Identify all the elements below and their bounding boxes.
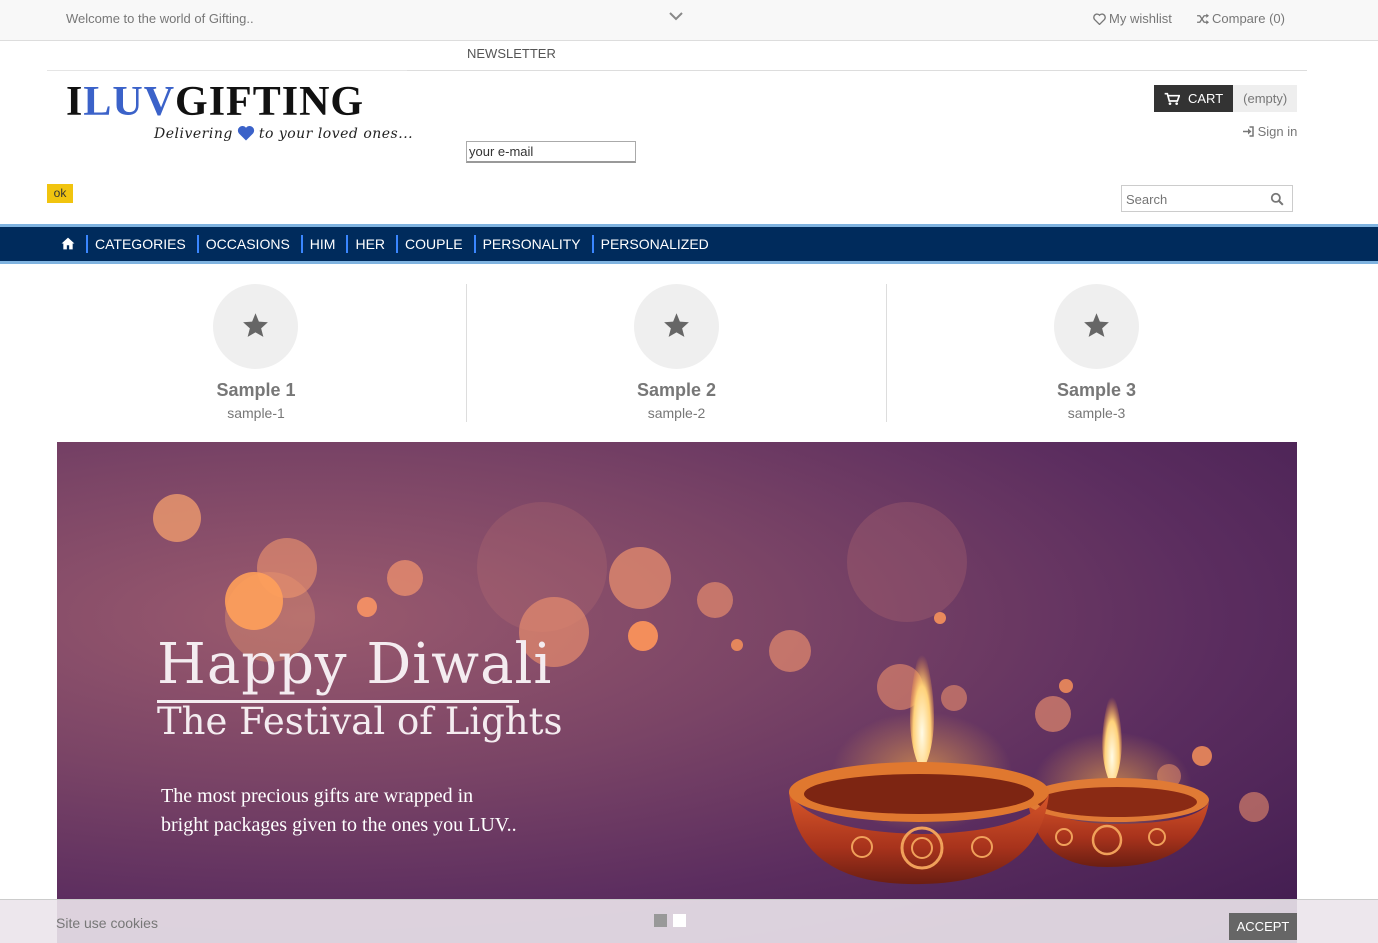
sample-subtitle: sample-2 [647, 405, 706, 421]
sample-icon-circle [1054, 284, 1139, 369]
bokeh-light [225, 572, 283, 630]
cookie-bar: Site use cookies ACCEPT [0, 899, 1378, 943]
nav-item-categories[interactable]: CATEGORIES [86, 235, 197, 253]
wishlist-link[interactable]: My wishlist [1093, 11, 1172, 26]
sample-title: Sample 3 [1056, 380, 1137, 400]
sign-in-label: Sign in [1257, 124, 1298, 139]
sample-block[interactable]: Sample 2 sample-2 [466, 284, 886, 422]
nav-item-couple[interactable]: COUPLE [396, 235, 474, 253]
divider [47, 70, 407, 71]
bokeh-light [387, 560, 423, 596]
heart-icon [237, 126, 254, 141]
sample-blocks: Sample 1 sample-1 Sample 2 sample-2 Samp… [46, 284, 1306, 424]
tagline-part-1: Delivering [154, 126, 233, 142]
divider [407, 70, 1307, 71]
newsletter-email-input[interactable] [466, 141, 636, 163]
site-logo[interactable]: ILUVGIFTING Delivering to your loved one… [66, 78, 413, 148]
cart-button[interactable]: CART (empty) [1154, 85, 1298, 112]
bokeh-light [697, 582, 733, 618]
sample-title: Sample 2 [636, 380, 717, 400]
star-icon [243, 313, 268, 337]
cookie-text: Site use cookies [56, 915, 158, 931]
search-icon[interactable] [1270, 192, 1284, 206]
logo-part-3: GIFTING [175, 79, 365, 125]
nav-item-personalized[interactable]: PERSONALIZED [591, 235, 720, 253]
hero-banner[interactable]: Happy Diwali The Festival of Lights The … [57, 442, 1297, 943]
bokeh-light [357, 597, 377, 617]
home-icon[interactable] [61, 237, 75, 250]
star-icon [664, 313, 689, 337]
nav-item-personality[interactable]: PERSONALITY [473, 235, 592, 253]
welcome-text: Welcome to the world of Gifting.. [66, 11, 254, 26]
sample-icon-circle [634, 284, 719, 369]
top-bar: Welcome to the world of Gifting.. My wis… [0, 0, 1378, 41]
logo-wordmark: ILUVGIFTING [66, 78, 364, 126]
bokeh-light [153, 494, 201, 542]
sample-block[interactable]: Sample 3 sample-3 [886, 284, 1306, 422]
search-box [1121, 185, 1293, 212]
cookie-accept-button[interactable]: ACCEPT [1229, 913, 1297, 940]
tagline-part-2: to your loved ones... [258, 126, 414, 142]
logo-tagline: Delivering to your loved ones... [154, 124, 413, 142]
sign-in-icon [1243, 126, 1254, 137]
sample-icon-circle [213, 284, 298, 369]
heart-icon [1093, 13, 1106, 25]
sign-in-link[interactable]: Sign in [1242, 124, 1297, 139]
banner-subhead: The Festival of Lights [157, 700, 563, 743]
chevron-down-icon[interactable] [669, 11, 683, 21]
nav-menu: CATEGORIES OCCASIONS HIM HER COUPLE PERS… [86, 235, 720, 253]
star-icon [1084, 313, 1109, 337]
slider-pagination [654, 914, 686, 927]
sample-subtitle: sample-3 [1067, 405, 1126, 421]
wishlist-label: My wishlist [1109, 11, 1172, 26]
bokeh-light [628, 621, 658, 651]
nav-item-occasions[interactable]: OCCASIONS [196, 235, 301, 253]
shuffle-icon [1197, 13, 1209, 25]
main-nav: CATEGORIES OCCASIONS HIM HER COUPLE PERS… [0, 224, 1378, 264]
bokeh-light [609, 547, 671, 609]
sample-title: Sample 1 [216, 380, 296, 400]
slider-dot[interactable] [654, 914, 667, 927]
cart-label: CART [1188, 91, 1224, 106]
nav-item-her[interactable]: HER [346, 235, 396, 253]
slider-dot[interactable] [673, 914, 686, 927]
compare-label: Compare (0) [1212, 11, 1285, 26]
sample-block[interactable]: Sample 1 sample-1 [46, 284, 466, 422]
cart-icon [1164, 92, 1180, 105]
banner-text: The most precious gifts are wrapped in b… [161, 782, 561, 840]
logo-part-2: LUV [83, 79, 176, 125]
nav-item-him[interactable]: HIM [300, 235, 347, 253]
cart-status: (empty) [1233, 85, 1298, 112]
compare-link[interactable]: Compare (0) [1196, 11, 1285, 26]
logo-part-1: I [66, 79, 84, 125]
bokeh-light [731, 639, 743, 651]
diya-lamps-illustration [789, 642, 1209, 885]
bokeh-light [477, 502, 607, 632]
banner-line-2: bright packages given to the ones you LU… [161, 814, 517, 836]
search-input[interactable] [1126, 190, 1256, 208]
sample-subtitle: sample-1 [227, 405, 285, 421]
newsletter-ok-button[interactable]: ok [47, 184, 73, 203]
newsletter-title: NEWSLETTER [467, 46, 556, 61]
banner-headline: Happy Diwali [157, 632, 553, 697]
banner-line-1: The most precious gifts are wrapped in [161, 785, 474, 807]
cart-label-box: CART [1154, 85, 1234, 112]
bokeh-light [847, 502, 967, 622]
